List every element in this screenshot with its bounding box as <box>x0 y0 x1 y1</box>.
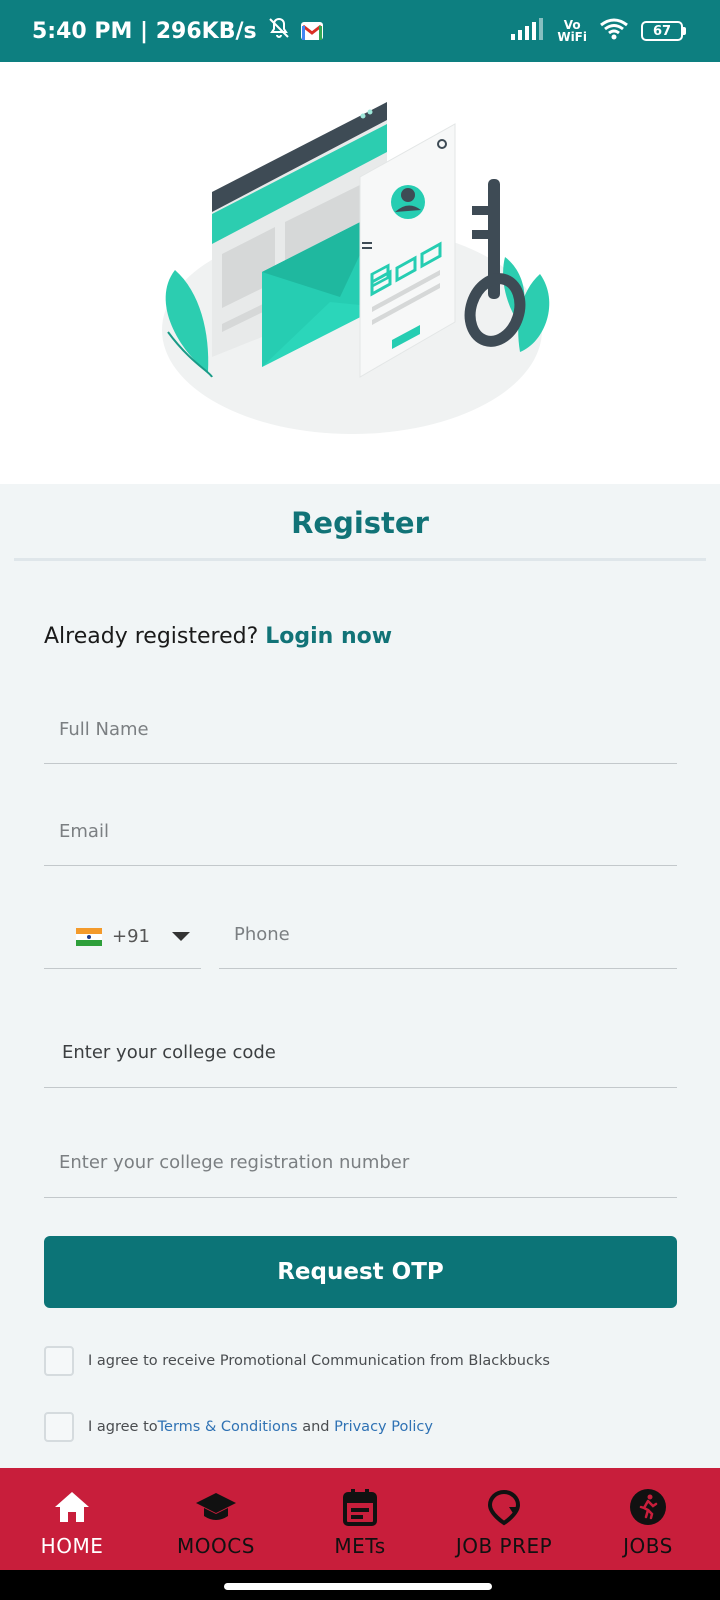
nav-moocs-label: MOOCS <box>177 1534 255 1558</box>
nav-home-label: HOME <box>40 1534 104 1558</box>
home-icon <box>53 1488 91 1526</box>
phone-field <box>219 900 677 969</box>
job-prep-icon <box>485 1488 523 1526</box>
college-code-field <box>44 1018 677 1088</box>
terms-consent-row: I agree to Terms & Conditions and Privac… <box>44 1412 433 1442</box>
gmail-icon <box>300 22 323 40</box>
registration-number-field <box>44 1128 677 1198</box>
terms-and-text: and <box>297 1419 335 1435</box>
college-code-input[interactable] <box>44 1018 677 1087</box>
nav-jobs-label: JOBS <box>623 1534 673 1558</box>
nav-moocs[interactable]: MOOCS <box>144 1468 288 1570</box>
nav-home[interactable]: HOME <box>0 1468 144 1570</box>
status-time-speed: 5:40 PM | 296KB/s <box>32 18 257 44</box>
already-registered-line: Already registered? Login now <box>44 624 392 649</box>
promo-consent-row: I agree to receive Promotional Communica… <box>44 1346 550 1376</box>
email-field <box>44 798 677 866</box>
chevron-down-icon <box>172 932 190 941</box>
signal-icon <box>511 18 545 44</box>
graduation-cap-icon <box>195 1488 237 1526</box>
promo-consent-text: I agree to receive Promotional Communica… <box>88 1353 550 1369</box>
bottom-navigation: HOME MOOCS METs JOB PREP JOBS <box>0 1468 720 1570</box>
wifi-icon <box>599 18 629 44</box>
status-bar: 5:40 PM | 296KB/s Vo WiFi 67 <box>0 0 720 62</box>
running-person-icon <box>629 1488 667 1526</box>
request-otp-button[interactable]: Request OTP <box>44 1236 677 1308</box>
nav-jobs[interactable]: JOBS <box>576 1468 720 1570</box>
full-name-field <box>44 696 677 764</box>
country-code-selector[interactable]: +91 <box>44 905 201 969</box>
login-security-illustration <box>162 102 550 434</box>
vowifi-indicator: Vo WiFi <box>557 19 587 43</box>
full-name-input[interactable] <box>44 696 677 763</box>
terms-consent-checkbox[interactable] <box>44 1412 74 1442</box>
nav-mets[interactable]: METs <box>288 1468 432 1570</box>
register-title: Register <box>291 506 429 540</box>
terms-conditions-link[interactable]: Terms & Conditions <box>158 1419 298 1435</box>
register-divider <box>14 558 706 561</box>
email-input[interactable] <box>44 798 677 865</box>
system-gesture-bar <box>0 1570 720 1600</box>
promo-consent-checkbox[interactable] <box>44 1346 74 1376</box>
registration-number-input[interactable] <box>44 1128 677 1197</box>
india-flag-icon <box>76 927 102 946</box>
home-gesture-handle[interactable] <box>224 1583 492 1590</box>
calendar-icon <box>342 1488 378 1526</box>
battery-icon: 67 <box>641 21 686 41</box>
country-code-text: +91 <box>112 926 150 947</box>
already-registered-text: Already registered? <box>44 624 266 649</box>
terms-prefix-text: I agree to <box>88 1419 158 1435</box>
login-now-link[interactable]: Login now <box>265 624 392 649</box>
nav-mets-label: METs <box>334 1534 386 1558</box>
battery-level: 67 <box>641 21 683 41</box>
nav-job-prep-label: JOB PREP <box>455 1534 553 1558</box>
phone-input[interactable] <box>219 900 677 968</box>
notifications-off-icon <box>267 16 291 46</box>
register-illustration <box>0 62 720 484</box>
privacy-policy-link[interactable]: Privacy Policy <box>334 1419 433 1435</box>
nav-job-prep[interactable]: JOB PREP <box>432 1468 576 1570</box>
vowifi-bottom: WiFi <box>557 30 587 44</box>
